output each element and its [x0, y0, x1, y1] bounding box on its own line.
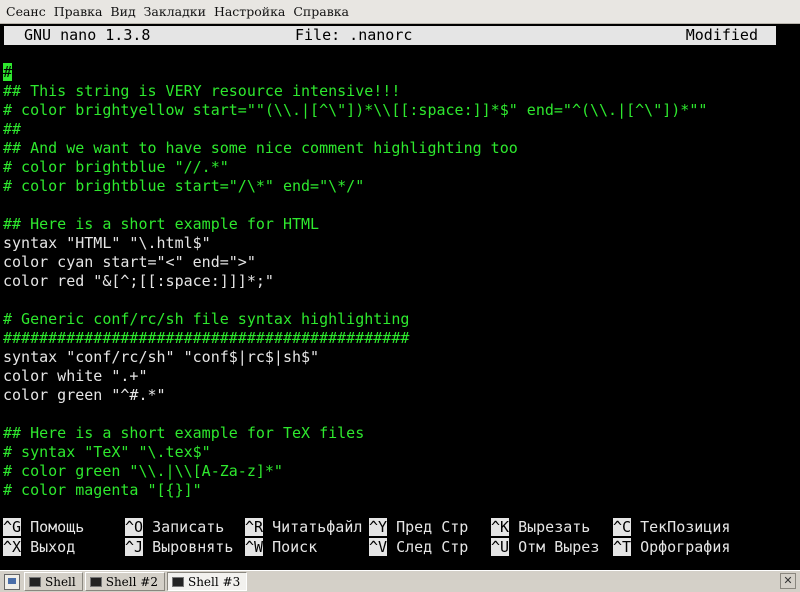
shortcut-item[interactable]: ^R Читатьфайл	[245, 517, 362, 537]
shortcut-item[interactable]: ^Y Пред Стр	[369, 517, 468, 537]
shortcut-key: ^K	[491, 518, 510, 536]
editor-line[interactable]: # Generic conf/rc/sh file syntax highlig…	[3, 310, 781, 329]
shortcut-label: Выровнять	[143, 538, 234, 556]
shortcut-label: ТекПозиция	[631, 518, 731, 536]
menu-settings[interactable]: Настройка	[210, 0, 289, 24]
shortcut-item[interactable]: ^J Выровнять	[125, 537, 233, 557]
editor-line[interactable]: color cyan start="<" end=">"	[3, 253, 781, 272]
shortcut-key: ^C	[613, 518, 632, 536]
terminal-icon	[89, 576, 102, 587]
shortcut-item[interactable]: ^W Поиск	[245, 537, 317, 557]
nano-version: GNU nano 1.3.8	[24, 26, 151, 44]
shortcut-label: Вырезать	[509, 518, 591, 536]
menu-edit[interactable]: Правка	[50, 0, 107, 24]
editor-line[interactable]	[3, 196, 781, 215]
menubar: Сеанс Правка Вид Закладки Настройка Спра…	[0, 0, 800, 24]
close-icon[interactable]: ✕	[780, 573, 796, 589]
tab-label: Shell	[45, 574, 76, 589]
menu-session[interactable]: Сеанс	[2, 0, 50, 24]
shortcut-key: ^X	[3, 538, 22, 556]
editor-line[interactable]: # color brightblue "//.*"	[3, 158, 781, 177]
shortcut-key: ^T	[613, 538, 632, 556]
session-taskbar: Shell Shell #2 Shell #3 ✕	[0, 570, 800, 592]
editor-line[interactable]: color white ".+"	[3, 367, 781, 386]
shortcut-label: Помощь	[21, 518, 85, 536]
new-session-icon[interactable]	[4, 573, 20, 590]
editor-line[interactable]: ########################################…	[3, 329, 781, 348]
shortcut-key: ^U	[491, 538, 510, 556]
editor-line[interactable]: # color brightblue start="/\*" end="\*/"	[3, 177, 781, 196]
shortcut-key: ^V	[369, 538, 388, 556]
shortcut-label: След Стр	[387, 538, 469, 556]
editor-line[interactable]: # syntax "TeX" "\.tex$"	[3, 443, 781, 462]
shortcut-item[interactable]: ^K Вырезать	[491, 517, 590, 537]
editor-line[interactable]: ## This string is VERY resource intensiv…	[3, 82, 781, 101]
tab-shell-2[interactable]: Shell #2	[84, 572, 165, 591]
shortcut-key: ^J	[125, 538, 144, 556]
shortcut-item[interactable]: ^O Записать	[125, 517, 224, 537]
terminal-view[interactable]: GNU nano 1.3.8 File: .nanorc Modified # #…	[0, 24, 800, 570]
editor-line[interactable]: color red "&[^;[[:space:]]]*;"	[3, 272, 781, 291]
editor-line[interactable]: ## Here is a short example for TeX files	[3, 424, 781, 443]
shortcut-label: Пред Стр	[387, 518, 469, 536]
shortcut-label: Отм Вырез	[509, 538, 600, 556]
editor-line[interactable]: # color green "\\.|\\[A-Za-z]*"	[3, 462, 781, 481]
editor-line[interactable]: ##	[3, 120, 781, 139]
terminal-icon	[29, 576, 41, 587]
shortcut-key: ^G	[3, 518, 22, 536]
editor-area[interactable]: # ## This string is VERY resource intensi…	[3, 63, 781, 500]
menu-help[interactable]: Справка	[289, 0, 353, 24]
shortcut-row-1: ^G Помощь ^O Записать ^R Читатьфайл ^Y Пред…	[3, 517, 783, 537]
menu-view[interactable]: Вид	[106, 0, 139, 24]
shortcut-label: Выход	[21, 538, 76, 556]
tab-label: Shell #2	[105, 574, 158, 589]
shortcut-label: Читатьфайл	[263, 518, 363, 536]
shortcut-bar: ^G Помощь ^O Записать ^R Читатьфайл ^Y Пред…	[3, 517, 783, 557]
shortcut-row-2: ^X Выход ^J Выровнять ^W Поиск ^V След Стр ^…	[3, 537, 783, 557]
tab-shell-3[interactable]: Shell #3	[166, 572, 248, 591]
shortcut-item[interactable]: ^C ТекПозиция	[613, 517, 730, 537]
shortcut-item[interactable]: ^G Помощь	[3, 517, 84, 537]
editor-line[interactable]: syntax "HTML" "\.html$"	[3, 234, 781, 253]
editor-line[interactable]: ## Here is a short example for HTML	[3, 215, 781, 234]
editor-line[interactable]	[3, 291, 781, 310]
shortcut-item[interactable]: ^U Отм Вырез	[491, 537, 599, 557]
shortcut-item[interactable]: ^V След Стр	[369, 537, 468, 557]
editor-line[interactable]: #	[3, 63, 781, 82]
shortcut-label: Орфография	[631, 538, 731, 556]
tab-shell-1[interactable]: Shell	[24, 572, 83, 591]
editor-line[interactable]	[3, 405, 781, 424]
tab-label: Shell #3	[187, 574, 241, 589]
nano-file-name: File: .nanorc	[295, 26, 413, 44]
shortcut-item[interactable]: ^X Выход	[3, 537, 75, 557]
editor-line[interactable]: ## And we want to have some nice comment…	[3, 139, 781, 158]
editor-line[interactable]: syntax "conf/rc/sh" "conf$|rc$|sh$"	[3, 348, 781, 367]
shortcut-key: ^O	[125, 518, 144, 536]
editor-line[interactable]: color green "^#.*"	[3, 386, 781, 405]
text-cursor: #	[3, 63, 13, 81]
editor-line[interactable]: # color brightyellow start=""(\\.|[^\"])…	[3, 101, 781, 120]
shortcut-label: Поиск	[263, 538, 318, 556]
shortcut-key: ^W	[245, 538, 264, 556]
terminal-icon	[171, 576, 184, 587]
nano-modified-status: Modified	[685, 26, 758, 44]
menu-bookmarks[interactable]: Закладки	[140, 0, 210, 24]
shortcut-key: ^R	[245, 518, 264, 536]
nano-title-bar: GNU nano 1.3.8 File: .nanorc Modified	[4, 26, 776, 45]
shortcut-label: Записать	[143, 518, 225, 536]
editor-line[interactable]: # color magenta "[{}]"	[3, 481, 781, 500]
shortcut-item[interactable]: ^T Орфография	[613, 537, 730, 557]
shortcut-key: ^Y	[369, 518, 388, 536]
